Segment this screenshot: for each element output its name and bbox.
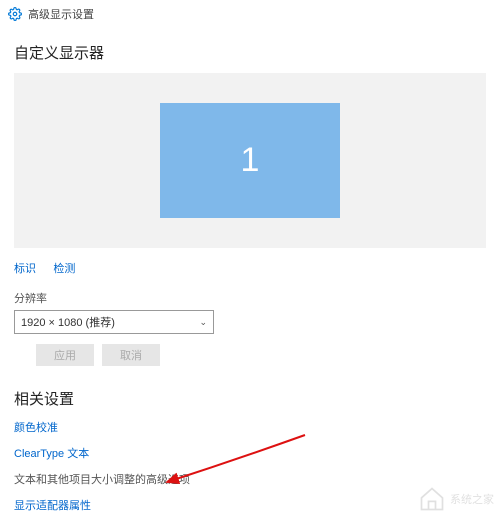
apply-button: 应用: [36, 344, 94, 366]
monitor-1[interactable]: 1: [160, 103, 340, 218]
display-preview-area: 1: [14, 73, 486, 248]
cleartype-link[interactable]: ClearType 文本: [14, 445, 486, 461]
window-title: 高级显示设置: [28, 6, 94, 22]
related-settings-heading: 相关设置: [14, 388, 486, 409]
house-icon: [418, 485, 446, 513]
resolution-value: 1920 × 1080 (推荐): [21, 314, 115, 330]
customize-displays-heading: 自定义显示器: [14, 42, 486, 63]
color-calibration-link[interactable]: 颜色校准: [14, 419, 486, 435]
content-area: 自定义显示器 1 标识 检测 分辨率 1920 × 1080 (推荐) ⌄ 应用…: [0, 28, 500, 513]
monitor-number: 1: [241, 141, 260, 180]
window-titlebar: 高级显示设置: [0, 0, 500, 28]
identify-link[interactable]: 标识: [14, 263, 36, 275]
watermark-text: 系统之家: [450, 491, 494, 507]
display-adapter-properties-link[interactable]: 显示适配器属性: [14, 497, 486, 513]
watermark: 系统之家: [418, 485, 494, 513]
apply-cancel-row: 应用 取消: [14, 344, 486, 366]
gear-icon: [8, 7, 22, 21]
cancel-button: 取消: [102, 344, 160, 366]
resolution-select[interactable]: 1920 × 1080 (推荐) ⌄: [14, 310, 214, 334]
preview-links: 标识 检测: [14, 260, 486, 276]
resolution-label: 分辨率: [14, 290, 486, 306]
advanced-sizing-text: 文本和其他项目大小调整的高级选项: [14, 471, 486, 487]
chevron-down-icon: ⌄: [199, 317, 207, 328]
detect-link[interactable]: 检测: [53, 263, 75, 275]
